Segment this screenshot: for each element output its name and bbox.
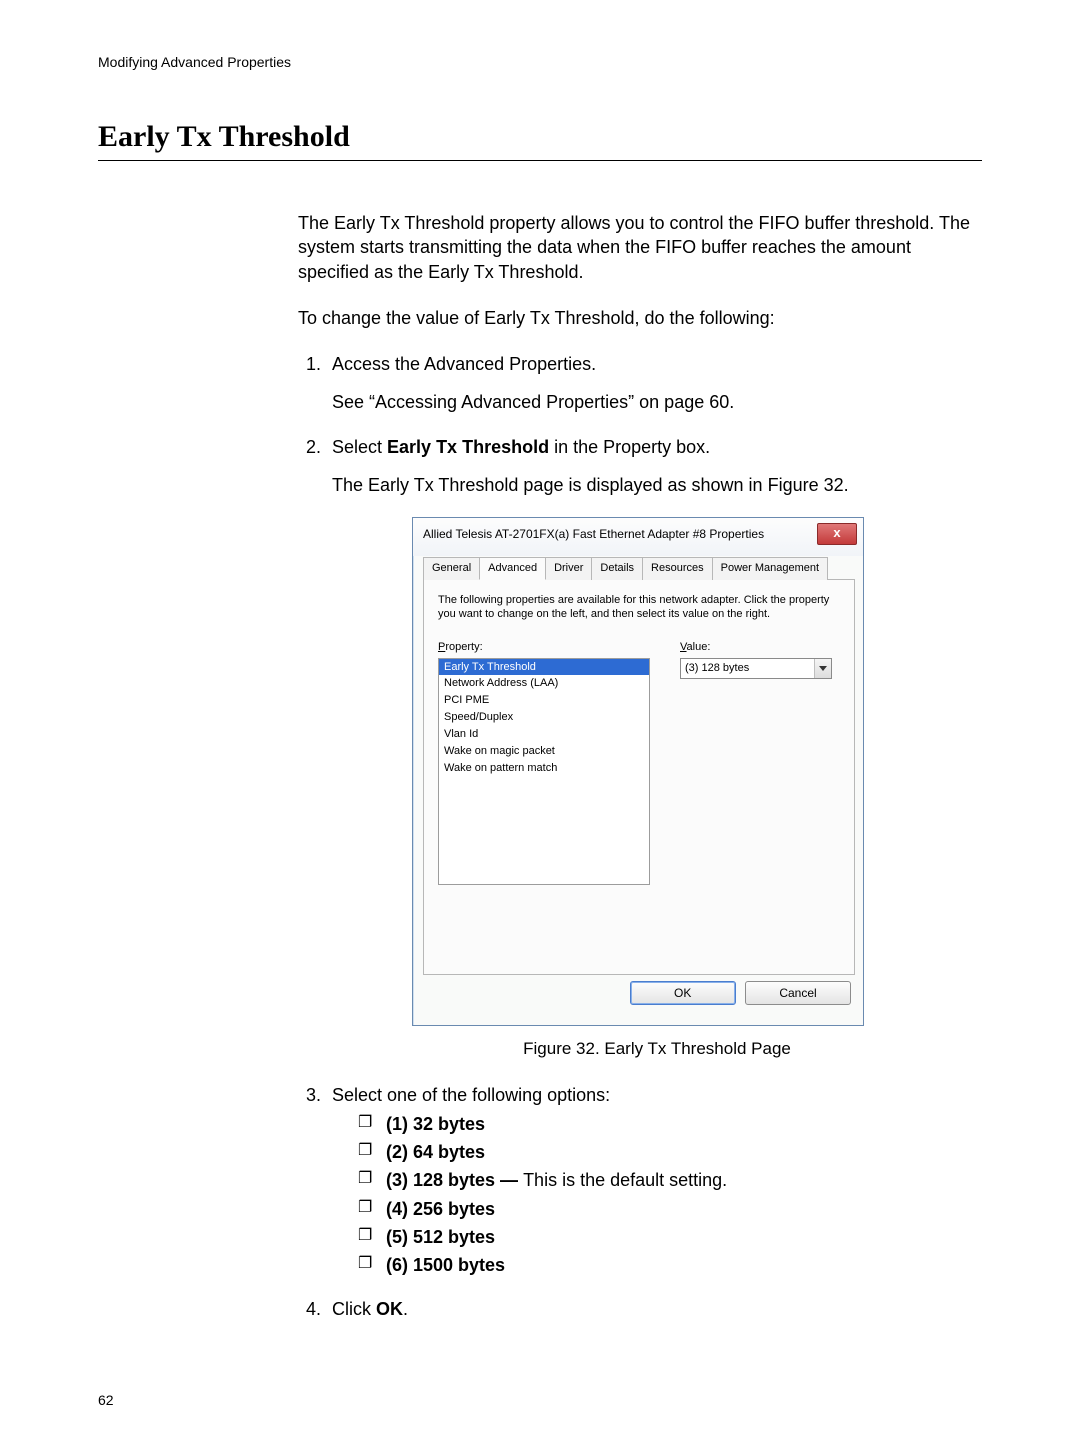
step-1-text: Access the Advanced Properties. xyxy=(332,354,596,374)
step-4-bold: OK xyxy=(376,1299,403,1319)
property-item-vlan-id[interactable]: Vlan Id xyxy=(439,726,649,743)
page-number: 62 xyxy=(98,1392,982,1408)
property-item-wake-magic[interactable]: Wake on magic packet xyxy=(439,743,649,760)
option-128-rest: This is the default setting. xyxy=(523,1170,727,1190)
properties-dialog: Allied Telesis AT-2701FX(a) Fast Etherne… xyxy=(412,517,864,1026)
property-label: Property: xyxy=(438,640,650,655)
tab-resources[interactable]: Resources xyxy=(642,557,713,580)
intro-paragraph-1: The Early Tx Threshold property allows y… xyxy=(298,211,982,284)
step-4: Click OK. xyxy=(326,1297,982,1321)
figure-caption: Figure 32. Early Tx Threshold Page xyxy=(332,1038,982,1061)
step-2-bold: Early Tx Threshold xyxy=(387,437,549,457)
tab-general[interactable]: General xyxy=(423,557,480,580)
tab-strip: General Advanced Driver Details Resource… xyxy=(423,556,855,580)
ok-button[interactable]: OK xyxy=(630,981,736,1005)
chevron-down-icon[interactable] xyxy=(814,659,831,678)
option-1500: (6) 1500 bytes xyxy=(358,1253,982,1277)
dialog-description: The following properties are available f… xyxy=(438,594,840,622)
option-64-bold: (2) 64 bytes xyxy=(386,1142,485,1162)
value-dropdown[interactable]: (3) 128 bytes xyxy=(680,658,832,679)
option-512: (5) 512 bytes xyxy=(358,1225,982,1249)
property-item-network-address[interactable]: Network Address (LAA) xyxy=(439,675,649,692)
dialog-title: Allied Telesis AT-2701FX(a) Fast Etherne… xyxy=(423,526,764,542)
running-header: Modifying Advanced Properties xyxy=(98,54,982,70)
step-2-pre: Select xyxy=(332,437,387,457)
close-button[interactable]: x xyxy=(817,523,857,545)
value-label: Value: xyxy=(680,640,832,655)
title-rule xyxy=(98,160,982,161)
option-256-bold: (4) 256 bytes xyxy=(386,1199,495,1219)
property-item-early-tx[interactable]: Early Tx Threshold xyxy=(439,659,649,676)
step-2-post: in the Property box. xyxy=(549,437,710,457)
step-2-sub: The Early Tx Threshold page is displayed… xyxy=(332,473,982,497)
step-4-post: . xyxy=(403,1299,408,1319)
tab-power-management[interactable]: Power Management xyxy=(712,557,828,580)
property-item-speed-duplex[interactable]: Speed/Duplex xyxy=(439,709,649,726)
tab-advanced[interactable]: Advanced xyxy=(479,557,546,580)
dialog-titlebar: Allied Telesis AT-2701FX(a) Fast Etherne… xyxy=(413,518,863,556)
tab-panel-advanced: The following properties are available f… xyxy=(423,580,855,975)
step-2: Select Early Tx Threshold in the Propert… xyxy=(326,435,982,1062)
option-128-bold: (3) 128 bytes — xyxy=(386,1170,523,1190)
option-256: (4) 256 bytes xyxy=(358,1197,982,1221)
option-32: (1) 32 bytes xyxy=(358,1112,982,1136)
value-dropdown-text: (3) 128 bytes xyxy=(681,661,814,676)
dialog-button-row: OK Cancel xyxy=(423,975,855,1015)
option-1500-bold: (6) 1500 bytes xyxy=(386,1255,505,1275)
step-1: Access the Advanced Properties. See “Acc… xyxy=(326,352,982,415)
intro-paragraph-2: To change the value of Early Tx Threshol… xyxy=(298,306,982,330)
tab-driver[interactable]: Driver xyxy=(545,557,592,580)
option-64: (2) 64 bytes xyxy=(358,1140,982,1164)
step-1-sub: See “Accessing Advanced Properties” on p… xyxy=(332,390,982,414)
figure-32: Allied Telesis AT-2701FX(a) Fast Etherne… xyxy=(332,517,982,1026)
option-128: (3) 128 bytes — This is the default sett… xyxy=(358,1168,982,1192)
property-item-pci-pme[interactable]: PCI PME xyxy=(439,692,649,709)
property-item-wake-pattern[interactable]: Wake on pattern match xyxy=(439,760,649,777)
page-title: Early Tx Threshold xyxy=(98,120,982,156)
step-3: Select one of the following options: (1)… xyxy=(326,1083,982,1277)
step-3-text: Select one of the following options: xyxy=(332,1085,610,1105)
step-4-pre: Click xyxy=(332,1299,376,1319)
property-listbox[interactable]: Early Tx Threshold Network Address (LAA)… xyxy=(438,658,650,885)
cancel-button[interactable]: Cancel xyxy=(745,981,851,1005)
option-512-bold: (5) 512 bytes xyxy=(386,1227,495,1247)
option-32-bold: (1) 32 bytes xyxy=(386,1114,485,1134)
tab-details[interactable]: Details xyxy=(591,557,643,580)
